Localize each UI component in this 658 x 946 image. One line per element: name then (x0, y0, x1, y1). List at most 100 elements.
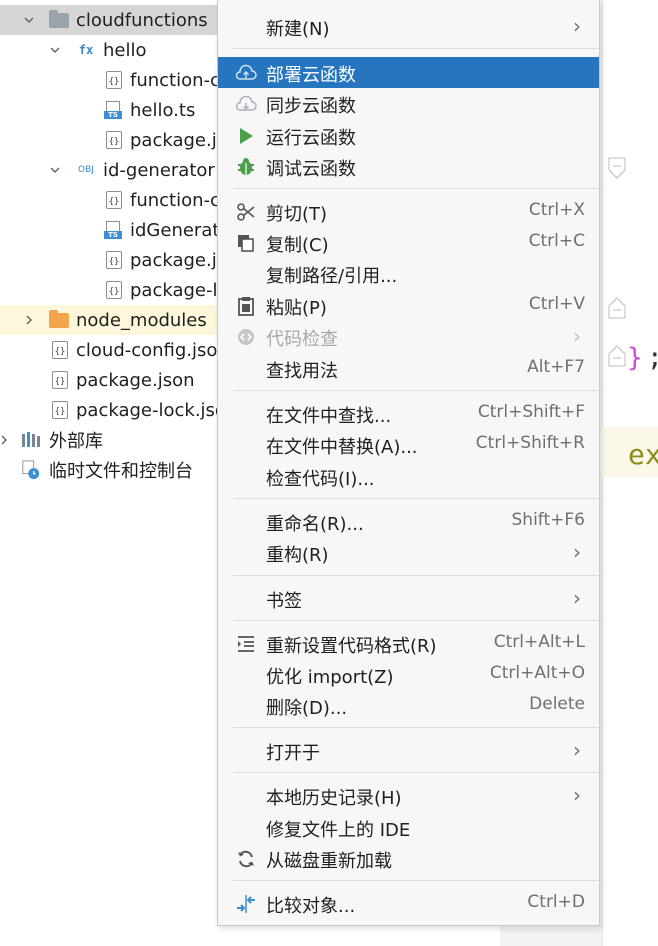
menu-item-label: 优化 import(Z) (266, 667, 394, 688)
menu-item-label: 书签 (266, 591, 302, 612)
menu-item-reload-from-disk[interactable]: 从磁盘重新加载 (218, 843, 599, 874)
menu-item-label: 粘贴(P) (266, 298, 327, 319)
menu-item-label: 在文件中替换(A)... (266, 437, 418, 458)
menu-item-cut[interactable]: 剪切(T) Ctrl+X (218, 196, 599, 227)
object-icon: OBJ (78, 165, 94, 175)
tree-item-file[interactable]: TS hello.ts (0, 95, 230, 125)
tree-item-node-modules[interactable]: node_modules (0, 305, 230, 335)
scissors-icon (235, 201, 257, 223)
menu-separator (233, 48, 601, 49)
menu-item-label: 重新设置代码格式(R) (266, 636, 437, 657)
menu-item-new[interactable]: 新建(N) › (218, 11, 599, 42)
json-file-icon: {} (104, 190, 124, 210)
submenu-arrow-icon: › (573, 540, 581, 564)
compare-icon (235, 893, 257, 915)
tree-item-hello[interactable]: fx hello (0, 35, 230, 65)
menu-item-delete[interactable]: 删除(D)... Delete (218, 690, 599, 721)
menu-separator (233, 390, 601, 391)
chevron-right-icon[interactable] (22, 313, 36, 327)
menu-item-bookmarks[interactable]: 书签 › (218, 583, 599, 614)
menu-separator (233, 772, 601, 773)
menu-shortcut: Delete (529, 694, 585, 714)
reload-icon (235, 848, 257, 870)
menu-item-label: 代码检查 (266, 329, 338, 350)
menu-item-local-history[interactable]: 本地历史记录(H) › (218, 780, 599, 811)
fold-marker-icon[interactable] (607, 156, 627, 180)
menu-item-reformat-code[interactable]: 重新设置代码格式(R) Ctrl+Alt+L (218, 628, 599, 659)
menu-item-label: 复制路径/引用... (266, 266, 398, 287)
menu-item-label: 部署云函数 (266, 65, 356, 86)
menu-shortcut: Shift+F6 (511, 510, 585, 530)
submenu-arrow-icon: › (573, 324, 581, 348)
tree-item-file[interactable]: {} package.js (0, 125, 230, 155)
menu-separator (233, 620, 601, 621)
menu-item-debug-cloud-function[interactable]: 调试云函数 (218, 151, 599, 182)
code-fragment: ex (628, 438, 658, 471)
tree-item-file[interactable]: {} package-lock.json (0, 395, 237, 425)
menu-item-repair-ide[interactable]: 修复文件上的 IDE (218, 812, 599, 843)
menu-item-open-in[interactable]: 打开于 › (218, 735, 599, 766)
tree-item-external-libraries[interactable]: 外部库 (0, 425, 230, 455)
tree-item-file[interactable]: {} function-c (0, 185, 230, 215)
tree-item-file[interactable]: {} cloud-config.json (0, 335, 230, 365)
menu-shortcut: Ctrl+Shift+F (477, 402, 585, 422)
code-semicolon: ; (647, 343, 658, 373)
chevron-down-icon[interactable] (22, 13, 36, 27)
menu-item-run-cloud-function[interactable]: 运行云函数 (218, 120, 599, 151)
menu-item-compare-with[interactable]: 比较对象... Ctrl+D (218, 888, 599, 919)
folder-icon (49, 309, 69, 330)
menu-item-find-in-files[interactable]: 在文件中查找... Ctrl+Shift+F (218, 398, 599, 429)
fold-marker-icon[interactable] (607, 296, 627, 320)
tree-item-cloudfunctions[interactable]: cloudfunctions (0, 5, 230, 35)
menu-item-code-inspection[interactable]: 代码检查 › (218, 321, 599, 352)
tree-item-file[interactable]: {} package.js (0, 245, 230, 275)
json-file-icon: {} (104, 130, 124, 150)
menu-item-label: 修复文件上的 IDE (266, 820, 411, 841)
tree-item-file[interactable]: {} package.json (0, 365, 230, 395)
typescript-file-icon: TS (103, 100, 123, 120)
tree-item-scratches[interactable]: 临时文件和控制台 (0, 455, 230, 485)
menu-shortcut: Ctrl+C (528, 231, 585, 251)
menu-item-label: 调试云函数 (266, 159, 356, 180)
tree-item-file[interactable]: {} function-c (0, 65, 230, 95)
menu-item-label: 从磁盘重新加载 (266, 851, 392, 872)
menu-item-refactor[interactable]: 重构(R) › (218, 537, 599, 568)
fold-marker-icon[interactable] (607, 344, 627, 368)
chevron-down-icon[interactable] (48, 163, 62, 177)
code-inspection-icon (235, 326, 257, 348)
menu-item-find-usages[interactable]: 查找用法 Alt+F7 (218, 353, 599, 384)
menu-shortcut: Ctrl+D (527, 892, 585, 912)
menu-item-paste[interactable]: 粘贴(P) Ctrl+V (218, 290, 599, 321)
debug-bug-icon (235, 156, 257, 178)
menu-item-copy[interactable]: 复制(C) Ctrl+C (218, 227, 599, 258)
menu-item-sync-cloud-function[interactable]: 同步云函数 (218, 88, 599, 119)
menu-item-label: 打开于 (266, 743, 320, 764)
tree-label: package.js (130, 249, 227, 271)
menu-item-inspect-code[interactable]: 检查代码(I)... (218, 461, 599, 492)
menu-item-label: 本地历史记录(H) (266, 788, 402, 809)
chevron-down-icon[interactable] (48, 43, 62, 57)
menu-item-label: 比较对象... (266, 896, 356, 917)
tree-item-file[interactable]: {} package-l (0, 275, 230, 305)
tree-label: package.js (130, 129, 227, 151)
menu-item-label: 运行云函数 (266, 128, 356, 149)
function-icon: fx (78, 43, 94, 57)
menu-item-copy-path[interactable]: 复制路径/引用... (218, 258, 599, 289)
menu-item-deploy-cloud-function[interactable]: 部署云函数 (218, 57, 599, 88)
menu-shortcut: Ctrl+X (528, 200, 585, 220)
run-icon (235, 125, 257, 147)
tree-item-file[interactable]: TS idGenerat (0, 215, 230, 245)
menu-item-replace-in-files[interactable]: 在文件中替换(A)... Ctrl+Shift+R (218, 429, 599, 460)
menu-shortcut: Ctrl+Shift+R (475, 433, 585, 453)
chevron-right-icon[interactable] (0, 433, 11, 447)
tree-label: package-lock.json (76, 399, 238, 421)
tree-label: idGenerat (130, 219, 220, 241)
submenu-arrow-icon: › (573, 783, 581, 807)
tree-item-id-generator[interactable]: OBJ id-generator (0, 155, 230, 185)
submenu-arrow-icon: › (573, 14, 581, 38)
menu-item-optimize-imports[interactable]: 优化 import(Z) Ctrl+Alt+O (218, 659, 599, 690)
menu-shortcut: Ctrl+Alt+L (493, 632, 585, 652)
menu-item-label: 剪切(T) (266, 204, 328, 225)
menu-separator (233, 880, 601, 881)
menu-item-rename[interactable]: 重命名(R)... Shift+F6 (218, 506, 599, 537)
